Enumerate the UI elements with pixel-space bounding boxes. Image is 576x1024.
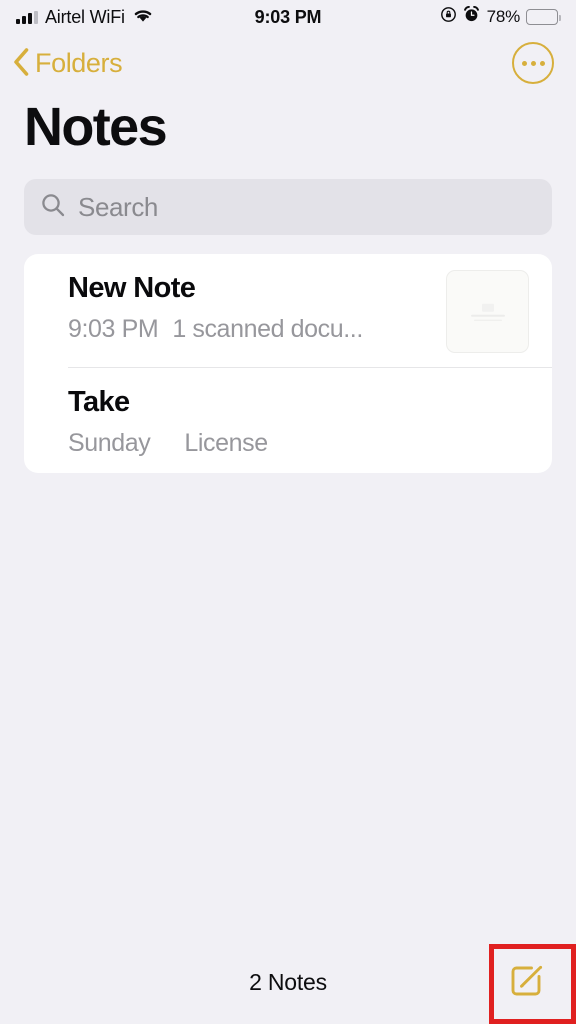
back-to-folders-button[interactable]: Folders: [12, 47, 123, 80]
signal-bars-icon: [16, 10, 38, 24]
note-preview: 1 scanned docu...: [172, 314, 363, 343]
status-bar: Airtel WiFi 9:03 PM 78%: [0, 0, 576, 34]
table-row[interactable]: New Note 9:03 PM 1 scanned docu...: [24, 254, 552, 367]
search-icon: [40, 192, 66, 223]
chevron-left-icon: [12, 47, 30, 80]
compose-note-icon: [505, 959, 549, 1006]
note-date: 9:03 PM: [68, 314, 159, 343]
note-date: Sunday: [68, 428, 151, 457]
notes-count-label: 2 Notes: [249, 968, 327, 995]
wifi-icon: [132, 7, 154, 28]
search-placeholder: Search: [78, 191, 158, 222]
note-title: New Note: [68, 272, 196, 305]
ellipsis-dot: [521, 60, 527, 66]
ellipsis-dot: [530, 60, 536, 66]
note-text-block: Take Sunday License: [68, 384, 552, 458]
alarm-clock-icon: [463, 5, 480, 28]
notes-list: New Note 9:03 PM 1 scanned docu... Take …: [24, 254, 552, 473]
rotation-lock-icon: [440, 6, 457, 28]
status-bar-left: Airtel WiFi: [16, 7, 154, 28]
bottom-toolbar: 2 Notes: [0, 940, 576, 1024]
navigation-bar: Folders: [0, 34, 576, 92]
search-container: Search: [0, 157, 576, 236]
battery-icon: [526, 9, 561, 25]
note-meta: Sunday License: [68, 428, 542, 459]
table-row[interactable]: Take Sunday License: [24, 368, 552, 472]
battery-percent-label: 78%: [486, 7, 521, 26]
compose-note-button[interactable]: [504, 959, 550, 1005]
note-title: Take: [68, 386, 130, 419]
note-text-block: New Note 9:03 PM 1 scanned docu...: [68, 270, 446, 344]
page-title: Notes: [24, 97, 168, 157]
note-preview: License: [184, 428, 268, 457]
status-bar-right: 78%: [440, 5, 561, 28]
back-button-label: Folders: [35, 47, 123, 78]
ellipsis-dot: [539, 60, 545, 66]
note-meta: 9:03 PM 1 scanned docu...: [68, 314, 436, 345]
more-options-button[interactable]: [512, 42, 554, 84]
search-input[interactable]: Search: [24, 179, 552, 236]
carrier-label: Airtel WiFi: [45, 6, 125, 27]
scanned-document-thumbnail: [446, 270, 529, 354]
